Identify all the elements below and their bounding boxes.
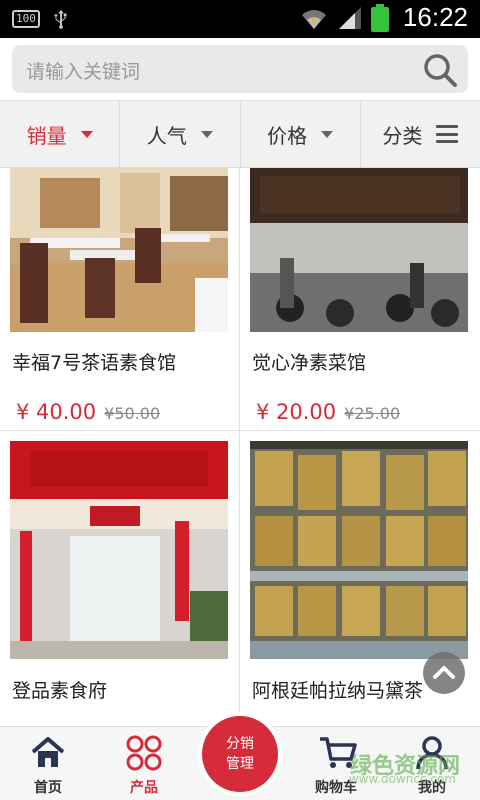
menu-icon <box>436 125 459 143</box>
product-old-price: ¥25.00 <box>344 404 401 423</box>
search-bar: 请输入关键词 <box>0 38 480 100</box>
scroll-top-button[interactable] <box>423 652 465 694</box>
filter-tab-sales[interactable]: 销量 <box>0 101 121 167</box>
shopfront-scooters-photo[interactable] <box>250 168 468 332</box>
triangle-down-icon <box>80 130 93 138</box>
price-row: ¥ 20.00 ¥25.00 <box>256 400 400 424</box>
product-name: 觉心净素菜馆 <box>252 352 367 374</box>
price-row: ¥ 40.00 ¥50.00 <box>16 400 160 424</box>
signal-icon <box>338 6 361 29</box>
filter-tab-label: 人气 <box>146 123 187 148</box>
restaurant-entrance-photo[interactable] <box>10 441 228 659</box>
product-card[interactable]: 觉心净素菜馆 ¥ 20.00 ¥25.00 <box>240 168 480 430</box>
product-name: 阿根廷帕拉纳马黛茶 <box>252 680 424 702</box>
tea-boxes-photo[interactable] <box>250 441 468 659</box>
filter-tab-label: 分类 <box>382 123 423 148</box>
clock: 16:22 <box>402 2 468 32</box>
wifi-icon <box>301 9 326 29</box>
search-icon[interactable] <box>422 52 458 88</box>
product-old-price: ¥50.00 <box>104 404 161 423</box>
product-card[interactable]: 幸福7号茶语素食馆 ¥ 40.00 ¥50.00 <box>0 168 240 430</box>
product-grid: 幸福7号茶语素食馆 ¥ 40.00 ¥50.00 觉心净素菜馆 ¥ 20.00 … <box>0 168 480 726</box>
product-name: 幸福7号茶语素食馆 <box>12 352 177 374</box>
center-button-label: 分销 管理 <box>202 716 278 792</box>
usb-icon <box>54 9 67 29</box>
battery-icon <box>370 3 389 32</box>
restaurant-interior-photo[interactable] <box>10 168 228 332</box>
product-name: 登品素食府 <box>12 680 108 702</box>
filter-tabs: 销量 人气 价格 分类 <box>0 100 480 168</box>
product-card[interactable]: 登品素食府 <box>0 431 240 726</box>
home-icon <box>31 737 65 767</box>
nav-label: 产品 <box>130 780 158 796</box>
filter-tab-label: 销量 <box>26 123 67 148</box>
nav-home[interactable]: 首页 <box>0 727 96 800</box>
search-placeholder: 请输入关键词 <box>26 61 141 83</box>
nav-products[interactable]: 产品 <box>96 727 192 800</box>
distribution-management-button[interactable]: 分销 管理 <box>198 712 282 796</box>
status-bar: 100 16:22 <box>0 0 480 38</box>
triangle-down-icon <box>200 130 213 138</box>
filter-tab-category[interactable]: 分类 <box>361 101 480 167</box>
chevron-up-icon <box>433 666 455 679</box>
products-grid-icon <box>126 735 162 771</box>
filter-tab-label: 价格 <box>267 123 308 148</box>
triangle-down-icon <box>321 130 334 138</box>
watermark-url: www.downcc.com <box>348 772 456 786</box>
product-price: ¥ 40.00 <box>16 400 97 424</box>
product-price: ¥ 20.00 <box>256 400 337 424</box>
filter-tab-price[interactable]: 价格 <box>241 101 361 167</box>
filter-tab-popularity[interactable]: 人气 <box>120 101 241 167</box>
search-input[interactable]: 请输入关键词 <box>12 45 468 93</box>
nav-label: 首页 <box>34 780 62 796</box>
battery-100-icon: 100 <box>12 10 40 28</box>
